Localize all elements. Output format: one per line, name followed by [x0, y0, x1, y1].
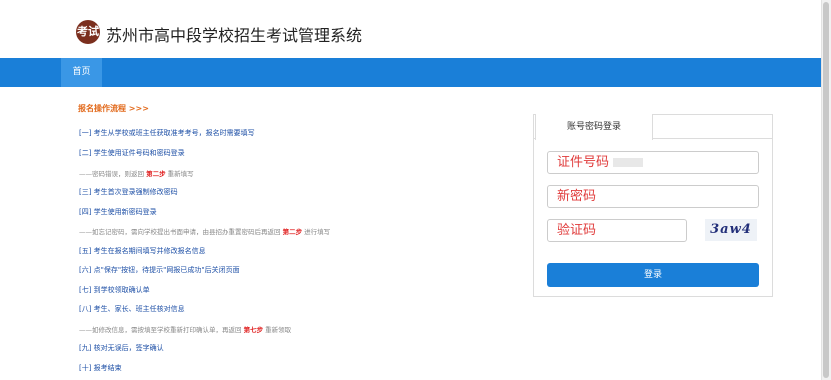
note-text: ——如忘记密码，需向学校提出书面申请，由县招办重置密码后再返回 — [79, 228, 283, 236]
id-number-field[interactable]: 证件号码 — [547, 151, 759, 174]
flow-step: [一] 考生从学校或班主任获取准考考号，报名时需要填写 — [79, 129, 255, 137]
note-text: 重新领取 — [263, 326, 292, 334]
tab-account-login[interactable]: 账号密码登录 — [535, 114, 653, 140]
flow-step: [五] 考生在报名期间填写并修改报名信息 — [79, 247, 206, 255]
flow-note: ——密码错误，则返回 第二步 重新填写 — [79, 168, 194, 178]
flow-step: [二] 学生使用证件号码和密码登录 — [79, 149, 185, 157]
nav-home[interactable]: 首页 — [61, 58, 102, 87]
flow-note: ——如修改信息，需按填至学校重新打印确认单，再返回 第七步 重新领取 — [79, 324, 291, 334]
password-field[interactable]: 新密码 — [547, 185, 759, 208]
obscured-text — [613, 158, 644, 167]
note-text: ——密码错误，则返回 — [79, 170, 147, 178]
flow-title: 报名操作流程 >>> — [78, 104, 149, 113]
login-button[interactable]: 登录 — [547, 263, 759, 287]
flow-step: [八] 考生、家长、班主任核对信息 — [79, 305, 185, 313]
flow-step: [十] 报考结束 — [79, 364, 122, 372]
logo: 考试 — [76, 20, 100, 44]
note-text: 进行填写 — [302, 228, 331, 236]
flow-step: [六] 点"保存"按钮，待提示"网报已成功"后关闭页面 — [79, 266, 240, 274]
note-highlight: 第二步 — [282, 228, 303, 236]
flow-step: [七] 到学校领取确认单 — [79, 286, 150, 294]
note-text: ——如修改信息，需按填至学校重新打印确认单，再返回 — [79, 326, 244, 334]
note-highlight: 第七步 — [243, 326, 264, 334]
note-highlight: 第二步 — [146, 170, 166, 178]
captcha-image[interactable]: 3aw4 — [705, 219, 757, 241]
page-title: 苏州市高中段学校招生考试管理系统 — [106, 26, 363, 45]
flow-step: [三] 考生首次登录强制修改密码 — [79, 188, 178, 196]
note-text: 重新填写 — [165, 170, 194, 178]
navbar: 首页 — [0, 58, 821, 87]
scrollbar-thumb[interactable] — [823, 2, 829, 378]
captcha-field[interactable]: 验证码 — [547, 219, 687, 242]
header: 考试 苏州市高中段学校招生考试管理系统 — [0, 0, 821, 58]
flow-step: [九] 核对无误后，签字确认 — [79, 344, 164, 352]
flow-step: [四] 学生使用新密码登录 — [79, 208, 157, 216]
id-number-placeholder: 证件号码 — [557, 155, 610, 170]
flow-note: ——如忘记密码，需向学校提出书面申请，由县招办重置密码后再返回 第二步 进行填写 — [79, 226, 330, 236]
